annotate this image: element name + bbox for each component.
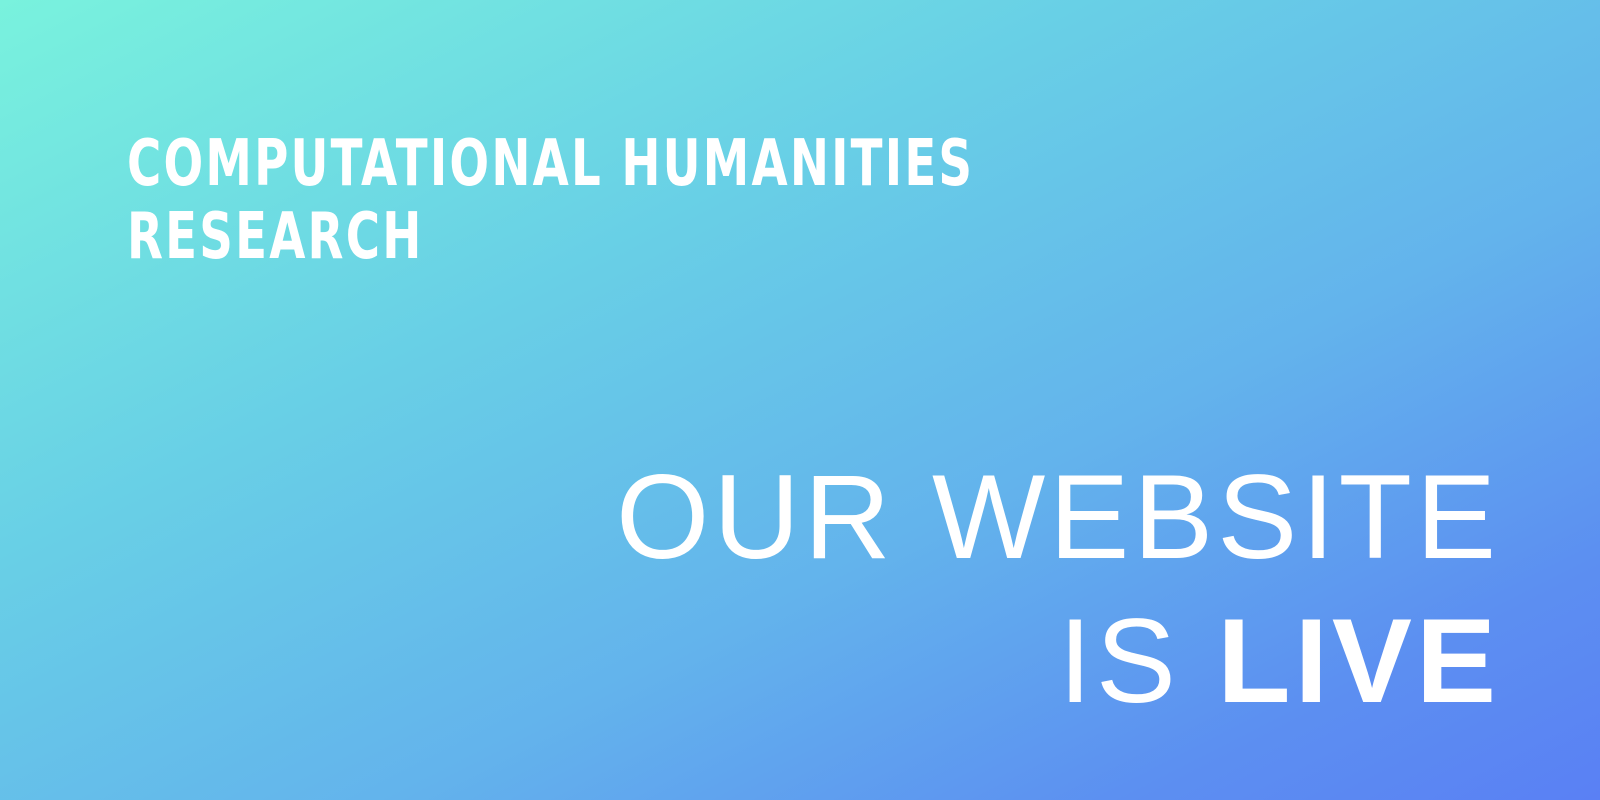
- announcement-line-1: OUR WEBSITE: [615, 450, 1500, 584]
- announcement-live-word: LIVE: [1217, 594, 1500, 728]
- announcement-headline: OUR WEBSITE IS LIVE: [616, 445, 1500, 733]
- organization-title: COMPUTATIONAL HUMANITIES RESEARCH: [127, 128, 1288, 274]
- banner-canvas: COMPUTATIONAL HUMANITIES RESEARCH OUR WE…: [0, 0, 1600, 800]
- announcement-line-2: IS LIVE: [616, 589, 1500, 733]
- organization-title-line-2: RESEARCH: [127, 200, 424, 274]
- announcement-is-word: IS: [1058, 594, 1180, 728]
- organization-title-line-1: COMPUTATIONAL HUMANITIES: [127, 127, 975, 201]
